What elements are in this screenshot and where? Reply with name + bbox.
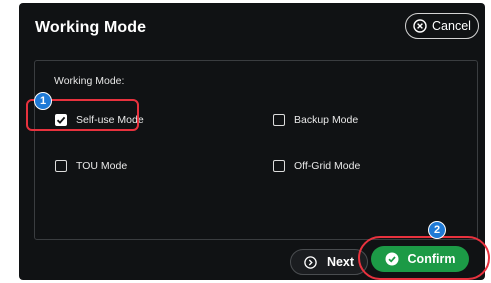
- option-backup-mode[interactable]: Backup Mode: [273, 114, 358, 126]
- option-label: Off-Grid Mode: [294, 160, 361, 172]
- step-marker-1: 1: [34, 92, 52, 110]
- chevron-right-circle-icon: [304, 255, 317, 269]
- option-off-grid-mode[interactable]: Off-Grid Mode: [273, 160, 360, 172]
- step-marker-2: 2: [428, 221, 446, 239]
- option-label: TOU Mode: [76, 160, 128, 172]
- dialog-title: Working Mode: [35, 19, 147, 36]
- checkbox-unchecked[interactable]: [273, 160, 285, 172]
- cancel-button[interactable]: Cancel: [405, 13, 479, 39]
- close-circle-icon: [413, 19, 427, 33]
- option-tou-mode[interactable]: TOU Mode: [55, 160, 127, 172]
- confirm-label: Confirm: [407, 252, 456, 266]
- next-button[interactable]: Next: [290, 249, 368, 275]
- confirm-button[interactable]: Confirm: [371, 246, 469, 272]
- cancel-label: Cancel: [432, 19, 471, 33]
- checkbox-unchecked[interactable]: [55, 160, 67, 172]
- checkbox-unchecked[interactable]: [273, 114, 285, 126]
- option-label: Backup Mode: [294, 114, 359, 126]
- next-label: Next: [326, 255, 355, 269]
- section-label: Working Mode:: [54, 75, 125, 87]
- check-circle-icon: [385, 252, 399, 266]
- mode-options-panel: Working Mode: Self-use Mode Backup Mode …: [34, 60, 478, 240]
